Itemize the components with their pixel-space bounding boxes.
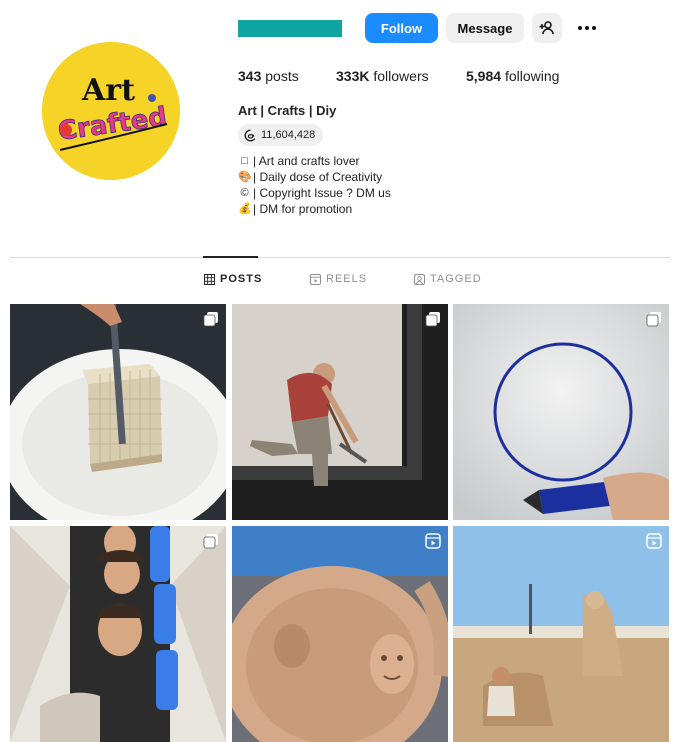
carousel-icon [425,312,440,327]
post-image [232,526,448,742]
bio-line-text: | Art and crafts lover [253,154,360,168]
posts-grid [10,304,670,742]
post-tile[interactable] [453,526,669,742]
post-image [10,304,226,520]
grid-icon [204,273,215,285]
tab-tagged-label: TAGGED [430,273,482,285]
bio-text: □ | Art and crafts lover 🎨 | Daily dose … [238,153,391,217]
bio-line: © | Copyright Issue ? DM us [238,185,391,201]
avatar-text-top: Art [81,73,135,108]
palette-icon: 🎨 [238,170,252,183]
profile-avatar[interactable]: Art Crafted [42,42,180,180]
post-tile[interactable] [232,526,448,742]
active-tab-indicator [203,256,258,258]
bio-line-text: | Copyright Issue ? DM us [253,186,391,200]
username-redacted [238,20,342,37]
tab-reels[interactable]: REELS [310,273,367,285]
followers-stat[interactable]: 333K followers [336,68,429,84]
box-icon: □ [241,154,248,167]
suggest-accounts-button[interactable] [532,13,562,43]
threads-count: 11,604,428 [261,129,316,141]
tabs-divider [10,257,670,258]
bio-line-text: | Daily dose of Creativity [253,170,383,184]
bio-line-text: | DM for promotion [253,202,353,216]
followers-count: 333K [336,68,370,84]
money-bag-icon: 💰 [238,202,252,215]
post-image [232,304,448,520]
profile-display-name: Art | Crafts | Diy [238,103,337,118]
tab-posts-label: POSTS [220,273,263,285]
reel-icon [646,533,662,549]
copyright-icon: © [240,186,249,199]
threads-badge[interactable]: 11,604,428 [238,124,324,146]
carousel-icon [203,312,218,327]
bio-line: 🎨 | Daily dose of Creativity [238,169,391,185]
posts-stat: 343 posts [238,68,299,84]
following-count: 5,984 [466,68,502,84]
tab-tagged[interactable]: TAGGED [414,273,482,285]
posts-count: 343 [238,68,262,84]
carousel-icon [646,312,661,327]
tab-reels-label: REELS [326,273,368,285]
tagged-icon [414,273,425,285]
post-image [453,304,669,520]
more-dots-icon [578,26,596,30]
more-options-button[interactable] [574,13,600,43]
post-image [453,526,669,742]
threads-icon [244,129,256,141]
post-tile[interactable] [232,304,448,520]
carousel-icon [203,534,218,549]
post-tile[interactable] [10,526,226,742]
bio-line: 💰 | DM for promotion [238,201,391,217]
post-image [10,526,226,742]
following-label: following [504,68,560,84]
post-tile[interactable] [10,304,226,520]
following-stat[interactable]: 5,984 following [466,68,559,84]
reels-icon [310,273,321,285]
reel-icon [425,533,441,549]
post-tile[interactable] [453,304,669,520]
bio-line: □ | Art and crafts lover [238,153,391,169]
message-button[interactable]: Message [446,13,524,43]
posts-label: posts [265,68,299,84]
avatar-logo-art: Art Crafted [42,42,180,180]
tab-posts[interactable]: POSTS [204,273,262,285]
follow-button[interactable]: Follow [365,13,438,43]
followers-label: followers [373,68,429,84]
add-person-icon [539,21,554,35]
